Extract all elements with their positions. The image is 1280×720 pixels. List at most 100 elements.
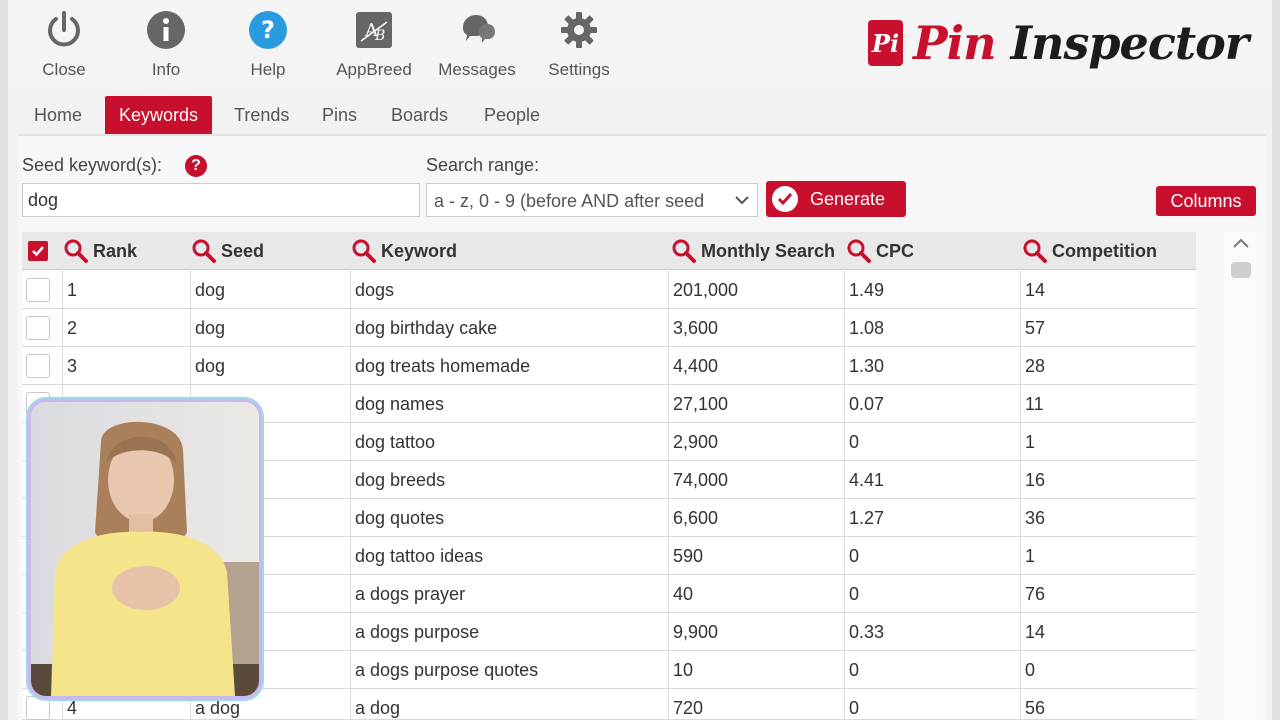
close-button[interactable]: Close (14, 8, 114, 80)
help-label: Help (250, 60, 286, 79)
col-monthly-search-header[interactable]: Monthly Search (672, 232, 835, 270)
cell-monthly-search: 590 (668, 537, 844, 575)
cell-keyword: a dogs purpose quotes (350, 651, 668, 689)
power-icon (42, 8, 86, 52)
cell-cpc: 0 (844, 651, 1020, 689)
col-cpc-label: CPC (876, 241, 915, 261)
cell-competition: 1 (1020, 423, 1196, 461)
search-range-select[interactable]: a - z, 0 - 9 (before AND after seed (426, 183, 758, 217)
cell-cpc: 1.27 (844, 499, 1020, 537)
cell-cpc: 0 (844, 575, 1020, 613)
cell-keyword: dog treats homemade (350, 347, 668, 385)
row-checkbox[interactable] (26, 278, 50, 302)
table-row[interactable]: 3 dog dog treats homemade 4,400 1.30 28 (22, 347, 1196, 385)
cell-keyword: dog names (350, 385, 668, 423)
table-header: Rank Seed Keyword Monthly Search CPC Com… (22, 232, 1196, 270)
cell-rank: 2 (62, 309, 190, 347)
svg-text:?: ? (261, 16, 275, 44)
table-row[interactable]: 1 dog dogs 201,000 1.49 14 (22, 271, 1196, 309)
seed-help-icon[interactable]: ? (185, 155, 207, 177)
cell-keyword: a dogs prayer (350, 575, 668, 613)
table-row[interactable]: 2 dog dog birthday cake 3,600 1.08 57 (22, 309, 1196, 347)
tab-people[interactable]: People (470, 96, 554, 134)
info-icon (144, 8, 188, 52)
cell-monthly-search: 27,100 (668, 385, 844, 423)
col-rank-header[interactable]: Rank (64, 232, 137, 270)
cell-competition: 28 (1020, 347, 1196, 385)
generate-button[interactable]: Generate (766, 181, 906, 217)
cell-cpc: 0.33 (844, 613, 1020, 651)
messages-icon (455, 8, 499, 52)
main-nav: Home Keywords Trends Pins Boards People (8, 96, 1272, 134)
app-logo: Pi Pin Inspector (868, 8, 1249, 78)
search-icon (352, 239, 376, 263)
select-all-checkbox[interactable] (28, 241, 48, 261)
scrollbar-thumb[interactable] (1231, 262, 1251, 278)
col-competition-header[interactable]: Competition (1023, 232, 1157, 270)
cell-cpc: 0 (844, 689, 1020, 720)
cell-cpc: 1.49 (844, 271, 1020, 309)
col-monthly-search-label: Monthly Search (701, 241, 836, 261)
tab-trends[interactable]: Trends (220, 96, 303, 134)
seed-keywords-label: Seed keyword(s): (22, 155, 163, 175)
col-rank-label: Rank (93, 241, 138, 261)
generate-label: Generate (810, 188, 886, 209)
row-checkbox[interactable] (26, 696, 50, 720)
info-label: Info (151, 60, 181, 79)
cell-competition: 56 (1020, 689, 1196, 720)
col-cpc-header[interactable]: CPC (847, 232, 914, 270)
help-icon: ? (246, 8, 290, 52)
cell-monthly-search: 3,600 (668, 309, 844, 347)
logo-badge: Pi (868, 20, 903, 66)
cell-competition: 11 (1020, 385, 1196, 423)
search-range-label: Search range: (426, 155, 540, 175)
help-button[interactable]: ? Help (218, 8, 318, 80)
search-range-value: a - z, 0 - 9 (before AND after seed (434, 191, 705, 211)
seed-keyword-input[interactable] (22, 183, 420, 217)
gear-icon (557, 8, 601, 52)
cell-competition: 14 (1020, 271, 1196, 309)
vertical-scrollbar[interactable] (1224, 232, 1258, 720)
info-button[interactable]: Info (116, 8, 216, 80)
appbreed-label: AppBreed (336, 60, 412, 79)
search-icon (192, 239, 216, 263)
col-seed-label: Seed (221, 241, 265, 261)
cell-seed: dog (190, 271, 350, 309)
cell-seed: dog (190, 309, 350, 347)
row-checkbox[interactable] (26, 354, 50, 378)
tab-pins[interactable]: Pins (308, 96, 371, 134)
search-icon (847, 239, 871, 263)
tab-home[interactable]: Home (20, 96, 96, 134)
messages-button[interactable]: Messages (427, 8, 527, 80)
cell-cpc: 1.08 (844, 309, 1020, 347)
cell-cpc: 0.07 (844, 385, 1020, 423)
columns-button[interactable]: Columns (1156, 186, 1256, 216)
cell-competition: 1 (1020, 537, 1196, 575)
col-keyword-header[interactable]: Keyword (352, 232, 457, 270)
row-checkbox[interactable] (26, 316, 50, 340)
cell-competition: 14 (1020, 613, 1196, 651)
cell-monthly-search: 40 (668, 575, 844, 613)
cell-cpc: 4.41 (844, 461, 1020, 499)
logo-word-pin: Pin (913, 16, 997, 70)
appbreed-button[interactable]: AB AppBreed (320, 8, 428, 80)
cell-monthly-search: 9,900 (668, 613, 844, 651)
settings-button[interactable]: Settings (529, 8, 629, 80)
settings-label: Settings (548, 60, 610, 79)
chevron-up-icon[interactable] (1231, 236, 1251, 257)
col-competition-label: Competition (1052, 241, 1157, 261)
cell-keyword: dogs (350, 271, 668, 309)
tab-keywords[interactable]: Keywords (105, 96, 213, 134)
cell-keyword: dog breeds (350, 461, 668, 499)
messages-label: Messages (438, 60, 516, 79)
search-icon (1023, 239, 1047, 263)
cell-keyword: dog tattoo ideas (350, 537, 668, 575)
cell-cpc: 0 (844, 537, 1020, 575)
col-seed-header[interactable]: Seed (192, 232, 264, 270)
tab-boards[interactable]: Boards (377, 96, 462, 134)
search-icon (672, 239, 696, 263)
close-label: Close (42, 60, 86, 79)
presenter-video (28, 399, 262, 699)
cell-monthly-search: 74,000 (668, 461, 844, 499)
cell-keyword: a dogs purpose (350, 613, 668, 651)
